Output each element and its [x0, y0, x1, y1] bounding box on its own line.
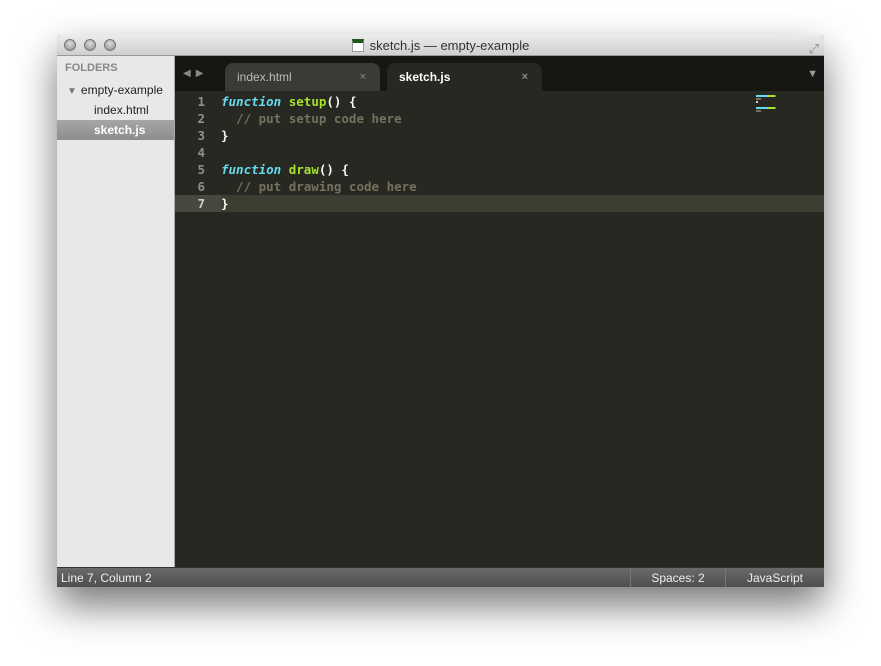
cursor-position: Line 7, Column 2	[61, 571, 152, 585]
nav-back-icon[interactable]: ◀	[183, 68, 196, 79]
punctuation: () {	[326, 94, 357, 109]
disclosure-triangle-icon[interactable]: ▼	[67, 86, 77, 97]
line-number: 1	[197, 94, 205, 109]
sidebar-file-index-html[interactable]: index.html	[57, 100, 174, 120]
line-number: 5	[197, 162, 205, 177]
minimize-window-button[interactable]	[84, 39, 96, 51]
tab-label: sketch.js	[399, 70, 451, 84]
close-tab-icon[interactable]: ×	[522, 63, 528, 91]
comment: // put setup code here	[221, 111, 402, 126]
window-title: sketch.js — empty-example	[369, 38, 530, 53]
file-icon	[351, 39, 364, 52]
folder-label: empty-example	[80, 83, 163, 97]
zoom-window-button[interactable]	[104, 39, 116, 51]
close-window-button[interactable]	[64, 39, 76, 51]
code-line[interactable]: 2 // put setup code here	[175, 110, 824, 127]
title-bar: sketch.js — empty-example ⤢	[57, 35, 824, 56]
punctuation: }	[221, 196, 229, 211]
status-bar: Line 7, Column 2 Spaces: 2 JavaScript	[57, 567, 824, 587]
code-line[interactable]: 4	[175, 144, 824, 161]
keyword: function	[221, 162, 282, 177]
code-line[interactable]: 5 function draw() {	[175, 161, 824, 178]
line-number: 3	[197, 128, 205, 143]
line-number: 2	[197, 111, 205, 126]
nav-forward-icon[interactable]: ▶	[196, 68, 209, 79]
folders-header: FOLDERS	[65, 62, 118, 74]
line-number: 7	[175, 195, 221, 212]
sidebar-file-sketch-js[interactable]: sketch.js	[57, 120, 174, 140]
line-number: 6	[197, 179, 205, 194]
code-line[interactable]: 6 // put drawing code here	[175, 178, 824, 195]
editor-window: sketch.js — empty-example ⤢ FOLDERS ▼ emp…	[57, 35, 824, 587]
function-name: draw	[288, 162, 319, 177]
tab-sketch-js[interactable]: sketch.js ×	[387, 63, 542, 91]
tab-menu-icon[interactable]: ▼	[807, 68, 818, 80]
indentation-setting[interactable]: Spaces: 2	[630, 568, 725, 587]
sidebar: FOLDERS ▼ empty-example index.html sketch…	[57, 56, 175, 567]
close-tab-icon[interactable]: ×	[360, 63, 366, 91]
comment: // put drawing code here	[221, 179, 417, 194]
minimap[interactable]	[756, 95, 784, 112]
code-line[interactable]: 3}	[175, 127, 824, 144]
code-line[interactable]: 7}	[175, 195, 824, 212]
function-name: setup	[288, 94, 327, 109]
tab-index-html[interactable]: index.html ×	[225, 63, 380, 91]
code-line[interactable]: 1 function setup() {	[175, 93, 824, 110]
folder-empty-example[interactable]: ▼ empty-example	[57, 80, 174, 100]
punctuation: () {	[318, 162, 349, 177]
tab-label: index.html	[237, 70, 292, 84]
line-number: 4	[197, 145, 205, 160]
punctuation: }	[221, 128, 229, 143]
tab-bar: ◀▶ index.html × sketch.js × ▼	[175, 56, 824, 91]
syntax-setting[interactable]: JavaScript	[725, 568, 824, 587]
code-editor[interactable]: 1 function setup() {2 // put setup code h…	[175, 91, 824, 567]
keyword: function	[221, 94, 282, 109]
